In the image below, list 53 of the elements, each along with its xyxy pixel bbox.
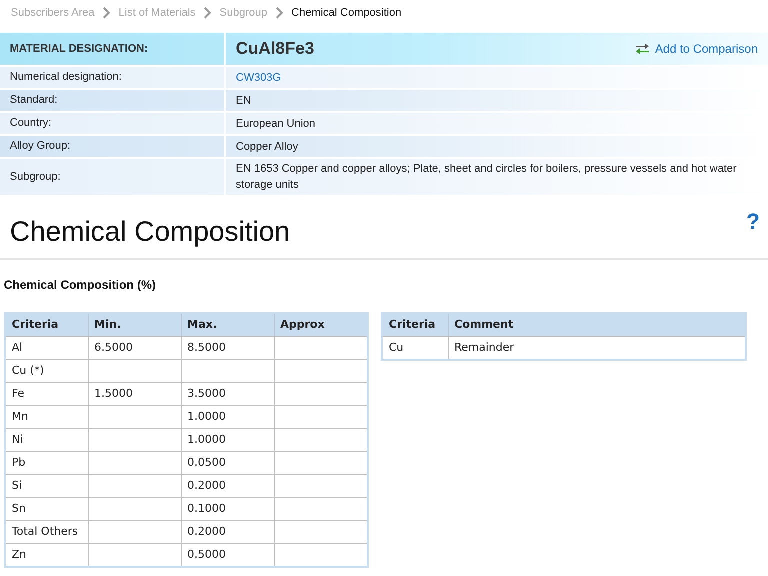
table-cell: Pb (5, 452, 88, 475)
field-value: European Union (236, 116, 316, 132)
table-cell: Mn (5, 406, 88, 429)
add-to-comparison-link[interactable]: Add to Comparison (636, 40, 758, 58)
breadcrumb-link[interactable]: Subgroup (220, 4, 268, 22)
table-cell: Cu (382, 336, 448, 360)
table-cell: 1.0000 (181, 428, 274, 452)
table-cell: Fe (5, 382, 88, 406)
field-value: EN 1653 Copper and copper alloys; Plate, sheet and circles for boilers, pressure vessels and hot water storage units (236, 162, 738, 193)
column-header: Min. (88, 312, 181, 337)
page-title: Chemical Composition (10, 215, 290, 249)
table-cell: 0.2000 (181, 474, 274, 498)
table-cell: Cu (*) (5, 360, 88, 383)
swap-arrows-icon (636, 43, 650, 55)
table-cell: 8.5000 (181, 336, 274, 360)
field-label: Country: (10, 116, 52, 132)
table-cell: 0.1000 (181, 498, 274, 521)
column-header: Criteria (5, 312, 88, 337)
table-cell: 1.0000 (181, 406, 274, 429)
table-cell: Ni (5, 428, 88, 452)
field-label: Subgroup: (10, 170, 61, 185)
chevron-icon (204, 7, 212, 19)
field-value: EN (236, 94, 252, 108)
field-value: Copper Alloy (236, 140, 298, 154)
column-header: Approx (274, 312, 368, 337)
field-label: Alloy Group: (10, 139, 71, 154)
table-cell: 0.0500 (181, 452, 274, 475)
column-header: Comment (448, 312, 746, 337)
table-cell: Total Others (5, 520, 88, 544)
column-header: Max. (181, 312, 274, 337)
table-cell: Zn (5, 544, 88, 567)
chevron-icon (102, 7, 111, 19)
field-label: Numerical designation: (10, 70, 122, 86)
table-cell: 0.2000 (181, 520, 274, 544)
designation-label: MATERIAL DESIGNATION: (10, 42, 148, 57)
table-cell: Si (5, 474, 88, 498)
section-title: Chemical Composition (%) (4, 276, 158, 294)
material-designation: CuAl8Fe3 (236, 38, 314, 60)
chevron-icon (276, 7, 284, 19)
table-cell: 6.5000 (88, 336, 181, 360)
help-button[interactable]: ? (746, 211, 760, 233)
table-cell: Al (5, 336, 88, 360)
breadcrumb-link[interactable]: Subscribers Area (11, 4, 95, 22)
table-cell: Remainder (448, 336, 746, 360)
field-label: Standard: (10, 93, 58, 108)
table-cell: 3.5000 (181, 382, 274, 406)
breadcrumb-current: Chemical Composition (292, 6, 402, 21)
table-cell: Sn (5, 498, 88, 521)
column-header: Criteria (382, 312, 448, 337)
table-cell: 1.5000 (88, 382, 181, 406)
table-cell: 0.5000 (181, 544, 274, 567)
field-value-link[interactable]: CW303G (236, 70, 282, 86)
breadcrumb-link[interactable]: List of Materials (118, 4, 196, 22)
